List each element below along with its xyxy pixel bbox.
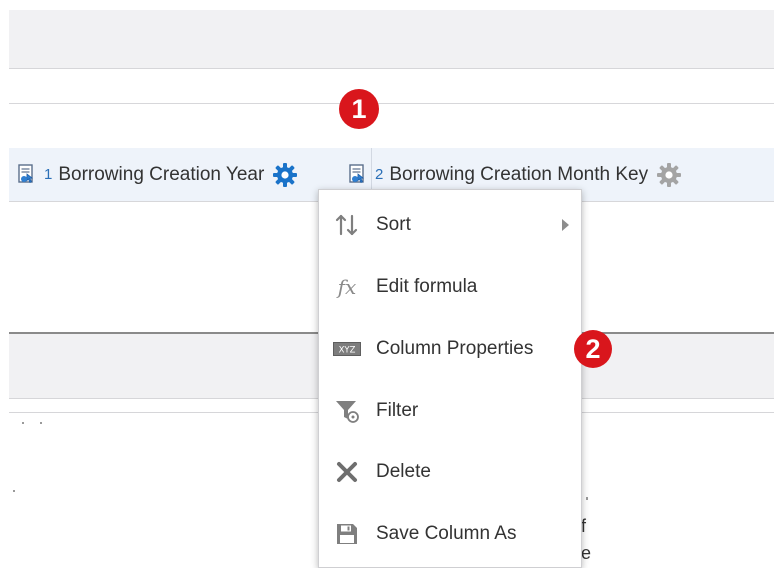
menu-label-edit-formula: Edit formula	[376, 276, 478, 297]
column-label-2: Borrowing Creation Month Key	[389, 163, 649, 185]
menu-label-column-properties: Column Properties	[376, 338, 534, 359]
sort-icon	[333, 211, 361, 239]
filter-icon	[333, 397, 361, 425]
menu-label-filter: Filter	[376, 400, 419, 421]
fx-icon: fx	[333, 273, 361, 301]
column-key-icon	[17, 163, 37, 186]
menu-item-save-column-as[interactable]: Save Column As	[319, 509, 581, 559]
menu-label-delete: Delete	[376, 461, 431, 482]
column-index-2: 2	[375, 166, 384, 183]
gear-icon[interactable]	[656, 162, 682, 188]
xyz-icon: XYZ	[333, 335, 361, 363]
menu-label-save-column-as: Save Column As	[376, 523, 517, 544]
submenu-arrow-icon	[562, 219, 569, 231]
menu-item-delete[interactable]: Delete	[319, 447, 581, 497]
step-badge-1: 1	[339, 89, 379, 129]
background-text-fragment: e	[581, 543, 592, 563]
save-icon	[333, 520, 361, 548]
menu-item-sort[interactable]: Sort	[319, 200, 581, 250]
column-index-1: 1	[44, 166, 53, 183]
step-badge-2: 2	[574, 330, 612, 368]
background-speck	[586, 497, 588, 500]
menu-item-column-properties[interactable]: XYZ Column Properties	[319, 324, 581, 374]
menu-item-edit-formula[interactable]: fx Edit formula	[319, 262, 581, 312]
column-key-icon	[348, 163, 368, 186]
menu-item-filter[interactable]: Filter	[319, 386, 581, 436]
toolbar-strip	[9, 10, 774, 69]
column-header-1[interactable]: 1 Borrowing Creation Year	[17, 148, 298, 201]
delete-x-icon	[333, 458, 361, 486]
xyz-glyph: XYZ	[339, 346, 356, 356]
background-speck	[40, 422, 42, 424]
fx-glyph: fx	[337, 275, 357, 299]
table-empty-row	[9, 103, 774, 149]
column-context-menu: Sort fx Edit formula XYZ Column Properti…	[318, 189, 582, 568]
background-speck	[22, 422, 24, 424]
gear-icon[interactable]	[272, 162, 298, 188]
background-speck	[13, 490, 15, 492]
column-label-1: Borrowing Creation Year	[58, 163, 265, 185]
menu-label-sort: Sort	[376, 214, 411, 235]
